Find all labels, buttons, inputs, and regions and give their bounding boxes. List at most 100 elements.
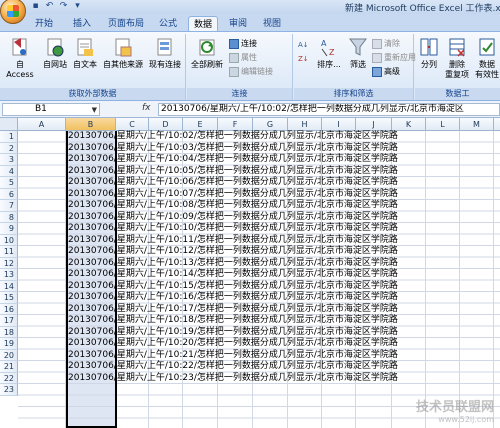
cell-b22[interactable]: 20130706/星期六/上午/10:23/怎样把一列数据分成几列显示/北京市海…	[68, 373, 398, 385]
existing-connections-button[interactable]: 现有连接	[146, 36, 184, 70]
column-header-d[interactable]: D	[149, 118, 183, 131]
column-header-g[interactable]: G	[253, 118, 288, 131]
tab-data[interactable]: 数据	[188, 16, 218, 32]
from-access-button[interactable]: 自 Access	[2, 36, 38, 80]
column-header-c[interactable]: C	[116, 118, 149, 131]
tab-home[interactable]: 开始	[30, 16, 58, 32]
row-header-13[interactable]: 13	[0, 269, 18, 281]
cell-b13[interactable]: 20130706/星期六/上午/10:14/怎样把一列数据分成几列显示/北京市海…	[68, 269, 398, 281]
row-header-7[interactable]: 7	[0, 200, 18, 212]
row-header-3[interactable]: 3	[0, 154, 18, 166]
cell-b14[interactable]: 20130706/星期六/上午/10:15/怎样把一列数据分成几列显示/北京市海…	[68, 281, 398, 293]
sort-ascending-button[interactable]: A↓	[298, 38, 310, 50]
filter-button[interactable]: 筛选	[346, 36, 370, 70]
cell-b12[interactable]: 20130706/星期六/上午/10:13/怎样把一列数据分成几列显示/北京市海…	[68, 258, 398, 270]
row-header-2[interactable]: 2	[0, 142, 18, 154]
column-header-l[interactable]: L	[426, 118, 460, 131]
cell-b4[interactable]: 20130706/星期六/上午/10:05/怎样把一列数据分成几列显示/北京市海…	[68, 166, 398, 178]
tab-view[interactable]: 视图	[258, 16, 286, 32]
row-header-14[interactable]: 14	[0, 280, 18, 292]
sort-button[interactable]: AZ 排序...	[312, 36, 346, 70]
cell-b17[interactable]: 20130706/星期六/上午/10:18/怎样把一列数据分成几列显示/北京市海…	[68, 315, 398, 327]
cell-b18[interactable]: 20130706/星期六/上午/10:19/怎样把一列数据分成几列显示/北京市海…	[68, 327, 398, 339]
tab-formulas[interactable]: 公式	[154, 16, 182, 32]
from-text-button[interactable]: 自文本	[70, 36, 100, 70]
row-header-15[interactable]: 15	[0, 292, 18, 304]
cell-b7[interactable]: 20130706/星期六/上午/10:08/怎样把一列数据分成几列显示/北京市海…	[68, 200, 398, 212]
row-header-12[interactable]: 12	[0, 257, 18, 269]
cell-b8[interactable]: 20130706/星期六/上午/10:09/怎样把一列数据分成几列显示/北京市海…	[68, 212, 398, 224]
column-header-j[interactable]: J	[356, 118, 392, 131]
row-header-20[interactable]: 20	[0, 349, 18, 361]
row-header-16[interactable]: 16	[0, 303, 18, 315]
tab-insert[interactable]: 插入	[68, 16, 96, 32]
row-header-1[interactable]: 1	[0, 131, 18, 143]
group-label-connections: 连接	[187, 88, 292, 100]
column-header-e[interactable]: E	[183, 118, 218, 131]
cell-b3[interactable]: 20130706/星期六/上午/10:04/怎样把一列数据分成几列显示/北京市海…	[68, 154, 398, 166]
row-header-5[interactable]: 5	[0, 177, 18, 189]
sort-descending-button[interactable]: Z↓	[298, 52, 310, 64]
name-box[interactable]: B1 ▼	[2, 103, 100, 116]
column-header-n[interactable]: N	[494, 118, 500, 131]
text-to-columns-button[interactable]: 分列	[417, 36, 441, 70]
cell-b11[interactable]: 20130706/星期六/上午/10:12/怎样把一列数据分成几列显示/北京市海…	[68, 246, 398, 258]
row-header-23[interactable]: 23	[0, 384, 18, 396]
row-header-9[interactable]: 9	[0, 223, 18, 235]
row-header-8[interactable]: 8	[0, 211, 18, 223]
tab-page-layout[interactable]: 页面布局	[104, 16, 148, 32]
from-other-sources-button[interactable]: 自其他来源	[102, 36, 144, 70]
row-header-10[interactable]: 10	[0, 234, 18, 246]
cell-b5[interactable]: 20130706/星期六/上午/10:06/怎样把一列数据分成几列显示/北京市海…	[68, 177, 398, 189]
column-header-i[interactable]: I	[322, 118, 356, 131]
clear-filter-button[interactable]: 清除	[372, 38, 400, 50]
redo-icon[interactable]: ↷	[58, 1, 69, 12]
row-header-21[interactable]: 21	[0, 361, 18, 373]
row-header-17[interactable]: 17	[0, 315, 18, 327]
remove-duplicates-button[interactable]: 删除 重复项	[443, 36, 471, 80]
save-icon[interactable]: ▪	[30, 1, 41, 12]
cell-b19[interactable]: 20130706/星期六/上午/10:20/怎样把一列数据分成几列显示/北京市海…	[68, 338, 398, 350]
row-header-4[interactable]: 4	[0, 165, 18, 177]
group-sort-filter: A↓ Z↓ AZ 排序... 筛选 清除 重新应用 高级 排序和筛选	[294, 34, 416, 100]
column-header-a[interactable]: A	[18, 118, 66, 131]
row-header-19[interactable]: 19	[0, 338, 18, 350]
edit-links-button[interactable]: 编辑链接	[229, 66, 273, 78]
column-header-b[interactable]: B	[66, 118, 116, 131]
cell-b10[interactable]: 20130706/星期六/上午/10:11/怎样把一列数据分成几列显示/北京市海…	[68, 235, 398, 247]
refresh-all-button[interactable]: 全部刷新	[189, 36, 225, 70]
column-header-k[interactable]: K	[392, 118, 426, 131]
customize-qat-icon[interactable]: ▾	[72, 1, 83, 12]
web-icon	[47, 38, 64, 57]
column-header-f[interactable]: F	[218, 118, 253, 131]
chevron-down-icon[interactable]: ▼	[92, 105, 97, 116]
row-header-11[interactable]: 11	[0, 246, 18, 258]
row-header-6[interactable]: 6	[0, 188, 18, 200]
row-header-18[interactable]: 18	[0, 326, 18, 338]
reapply-icon	[372, 53, 382, 63]
connections-button[interactable]: 连接	[229, 38, 257, 50]
spreadsheet-grid[interactable]: ABCDEFGHIJKLMNO 123456789101112131415161…	[0, 118, 500, 428]
column-header-h[interactable]: H	[288, 118, 322, 131]
cell-b2[interactable]: 20130706/星期六/上午/10:03/怎样把一列数据分成几列显示/北京市海…	[68, 143, 398, 155]
tab-review[interactable]: 审阅	[224, 16, 252, 32]
row-header-22[interactable]: 22	[0, 372, 18, 384]
cell-b9[interactable]: 20130706/星期六/上午/10:10/怎样把一列数据分成几列显示/北京市海…	[68, 223, 398, 235]
formula-input[interactable]: 20130706/星期六/上午/10:02/怎样把一列数据分成几列显示/北京市海…	[158, 103, 500, 116]
cell-b1[interactable]: 20130706/星期六/上午/10:02/怎样把一列数据分成几列显示/北京市海…	[68, 131, 398, 143]
undo-icon[interactable]: ↶	[44, 1, 55, 12]
fx-icon[interactable]: fx	[142, 103, 151, 113]
reapply-button[interactable]: 重新应用	[372, 52, 416, 64]
select-all-corner[interactable]	[0, 118, 18, 131]
cell-b6[interactable]: 20130706/星期六/上午/10:07/怎样把一列数据分成几列显示/北京市海…	[68, 189, 398, 201]
cell-b21[interactable]: 20130706/星期六/上午/10:22/怎样把一列数据分成几列显示/北京市海…	[68, 361, 398, 373]
column-header-m[interactable]: M	[460, 118, 494, 131]
cell-b16[interactable]: 20130706/星期六/上午/10:17/怎样把一列数据分成几列显示/北京市海…	[68, 304, 398, 316]
data-validation-button[interactable]: 数据 有效性	[473, 36, 500, 80]
cell-b20[interactable]: 20130706/星期六/上午/10:21/怎样把一列数据分成几列显示/北京市海…	[68, 350, 398, 362]
advanced-filter-button[interactable]: 高级	[372, 66, 400, 78]
advanced-filter-icon	[372, 67, 382, 77]
cell-b15[interactable]: 20130706/星期六/上午/10:16/怎样把一列数据分成几列显示/北京市海…	[68, 292, 398, 304]
from-web-button[interactable]: 自网站	[40, 36, 70, 70]
properties-button[interactable]: 属性	[229, 52, 257, 64]
